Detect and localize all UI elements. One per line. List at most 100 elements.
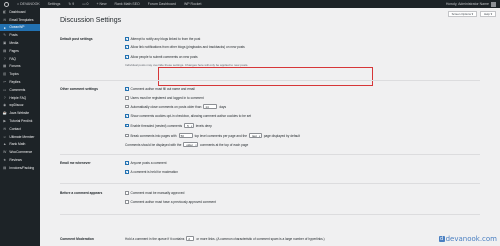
auto-close-checkbox[interactable]: [125, 104, 129, 109]
auto-close-days-input[interactable]: 14: [203, 104, 218, 109]
prev-approved-row[interactable]: Comment author must have a previously ap…: [125, 200, 216, 204]
star-icon: ★: [3, 158, 7, 163]
attempt-notify-row[interactable]: ✓ Attempt to notify any blogs linked to f…: [125, 37, 200, 41]
section-moderation: Comment Moderation: [60, 237, 94, 241]
section-divider: [60, 80, 480, 81]
show-cookies-row[interactable]: ✓ Show comments cookies opt-in checkbox, …: [125, 114, 251, 118]
sidebar-item[interactable]: ↩ Replies: [0, 78, 40, 86]
anyone-posts-row[interactable]: ✓ Anyone posts a comment: [125, 161, 166, 165]
sidebar-item[interactable]: ✉ Email Templates: [0, 16, 40, 24]
comment-bubble-icon: ▭: [82, 2, 86, 6]
sidebar-item[interactable]: ▤ Invoices/Packing: [0, 164, 40, 172]
email-icon: ✉: [3, 17, 7, 22]
sidebar-item[interactable]: ▤ Pages: [0, 47, 40, 55]
auto-close-row[interactable]: Automatically close comments on posts ol…: [125, 104, 226, 109]
display-order-select[interactable]: older ▾: [183, 142, 199, 147]
break-pages-row[interactable]: Break comments into pages with 50 top leve…: [125, 133, 300, 138]
threaded-levels-select[interactable]: 5 ▾: [184, 123, 194, 128]
sidebar-item[interactable]: ▣ Media: [0, 39, 40, 47]
registered-label: Users must be registered and logged in t…: [130, 96, 204, 100]
break-count-input[interactable]: 50: [178, 133, 193, 138]
name-email-row[interactable]: ✓ Comment author must fill out name and e…: [125, 87, 195, 91]
updates-icon: ↻: [68, 2, 72, 6]
sidebar-item[interactable]: ★ Reviews: [0, 156, 40, 164]
attempt-notify-label: Attempt to notify any blogs linked to fr…: [130, 37, 201, 41]
registered-checkbox[interactable]: [125, 96, 129, 100]
sidebar-item[interactable]: ◧ Dashboard: [0, 8, 40, 16]
held-moderation-label: A comment is held for moderation: [130, 170, 178, 174]
break-after-label: page displayed by default: [263, 133, 300, 138]
allow-comments-checkbox[interactable]: ✓: [125, 55, 129, 59]
comments-link[interactable]: ▭ 0: [78, 0, 92, 8]
allow-comments-row[interactable]: ✓ Allow people to submit comments on new …: [125, 55, 198, 59]
sidebar-item[interactable]: W WooCommerce: [0, 148, 40, 156]
prev-approved-checkbox[interactable]: [125, 200, 129, 204]
held-moderation-checkbox[interactable]: ✓: [125, 170, 129, 174]
pin-icon: ✎: [3, 33, 7, 38]
attempt-notify-checkbox[interactable]: ✓: [125, 37, 129, 41]
watermark: d devanook.com: [438, 235, 497, 243]
chevron-down-icon: ▾: [191, 124, 193, 128]
sidebar-item-label: OceanWP: [9, 25, 25, 30]
rankmath-icon: ▲: [2, 142, 7, 147]
section-divider: [60, 183, 480, 184]
comment-icon: ▭: [3, 87, 7, 92]
home-icon[interactable]: ⌂ DEVANOOK: [13, 0, 44, 8]
threaded-row[interactable]: ✓ Enable threaded (nested) comments 5 ▾ leve…: [125, 123, 212, 128]
sidebar-item[interactable]: ✉ Contact: [0, 125, 40, 133]
hold-links-label: Hold a comment in the queue if it contai…: [125, 236, 185, 241]
held-moderation-row[interactable]: ✓ A comment is held for moderation: [125, 170, 178, 174]
sidebar-item[interactable]: ? FAQ: [0, 55, 40, 63]
prev-approved-label: Comment author must have a previously ap…: [130, 200, 216, 204]
sidebar-item[interactable]: ☕ Java Website: [0, 109, 40, 117]
sidebar-item-label: WooCommerce: [9, 150, 33, 155]
my-account[interactable]: Howdy, Administrator Name: [442, 0, 500, 8]
threaded-checkbox[interactable]: ✓: [125, 124, 129, 128]
tutorial-icon: ▶: [3, 119, 7, 124]
wp-rocket-link[interactable]: WP Rocket: [180, 0, 205, 8]
allow-pingbacks-row[interactable]: ✓ Allow link notifications from other blo…: [125, 45, 245, 49]
chevron-down-icon: ▾: [259, 134, 261, 138]
sidebar-item-label: Dashboard: [9, 9, 26, 14]
devanook-logo-icon: d: [438, 236, 445, 242]
java-icon: ☕: [2, 111, 7, 116]
sidebar-item[interactable]: ▲ Rank Math: [0, 141, 40, 149]
sidebar-item[interactable]: ? Helpie FAQ: [0, 94, 40, 102]
sidebar-item-label: FAQ: [9, 56, 16, 61]
break-pages-checkbox[interactable]: [125, 133, 129, 138]
allow-pingbacks-checkbox[interactable]: ✓: [125, 45, 129, 49]
sidebar-item[interactable]: ▥ Topics: [0, 70, 40, 78]
break-pages-label: Break comments into pages with: [130, 133, 177, 138]
show-cookies-checkbox[interactable]: ✓: [125, 114, 129, 118]
sidebar-item[interactable]: ☺ Ultimate Member: [0, 133, 40, 141]
updates-link[interactable]: ↻ 9: [64, 0, 78, 8]
sidebar-item-label: Reviews: [9, 158, 22, 163]
new-content-link[interactable]: + New: [92, 0, 110, 8]
help-button[interactable]: Help ▾: [480, 11, 496, 17]
forum-dashboard-link[interactable]: Forum Dashboard: [144, 0, 180, 8]
sidebar-item[interactable]: ◉ wpDiscuz: [0, 102, 40, 110]
sidebar-item[interactable]: ✎ Posts: [0, 31, 40, 39]
site-name[interactable]: DEVANOOK: [20, 2, 40, 6]
threaded-levels-label: levels deep: [195, 123, 212, 128]
sidebar-item[interactable]: ▶ Tutorial Perdink: [0, 117, 40, 125]
registered-row[interactable]: Users must be registered and logged in t…: [125, 96, 204, 100]
sidebar-item[interactable]: ● OceanWP: [0, 23, 40, 32]
avatar: [491, 1, 496, 7]
hold-links-input[interactable]: 2: [186, 236, 195, 241]
wp-logo-icon[interactable]: [0, 0, 13, 8]
updates-count: 9: [72, 2, 75, 6]
anyone-posts-checkbox[interactable]: ✓: [125, 161, 129, 165]
settings-link[interactable]: Settings: [44, 0, 65, 8]
rank-math-link[interactable]: Rank Math SEO: [110, 0, 143, 8]
break-page-select[interactable]: last ▾: [249, 133, 262, 138]
sidebar-item-label: Helpie FAQ: [9, 95, 27, 100]
sidebar-item[interactable]: ▦ Forums: [0, 63, 40, 71]
manual-approve-row[interactable]: Comment must be manually approved: [125, 191, 184, 195]
sidebar-item-label: Rank Math: [9, 142, 26, 147]
name-email-checkbox[interactable]: ✓: [125, 87, 129, 91]
sidebar-item[interactable]: ▭ Comments: [0, 86, 40, 94]
manual-approve-checkbox[interactable]: [125, 191, 129, 195]
screen-options-button[interactable]: Screen Options ▾: [447, 11, 478, 17]
section-before-appears: Before a comment appears: [60, 191, 103, 195]
